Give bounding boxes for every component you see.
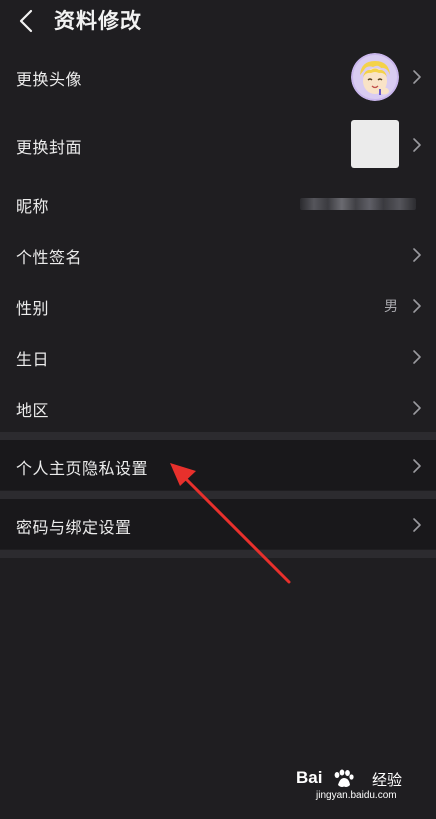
section-divider bbox=[0, 432, 436, 440]
password-binding-label: 密码与绑定设置 bbox=[16, 518, 132, 537]
watermark-brand-left: Bai bbox=[296, 768, 323, 787]
nickname-value-blurred bbox=[300, 198, 416, 210]
region-label: 地区 bbox=[16, 401, 50, 420]
avatar-image bbox=[351, 53, 399, 101]
chevron-right-icon bbox=[413, 248, 421, 262]
baidu-jingyan-watermark: Bai 经验 jingyan.baidu.com bbox=[296, 768, 426, 810]
avatar[interactable] bbox=[351, 53, 399, 101]
chevron-right-icon bbox=[413, 299, 421, 313]
chevron-right-icon bbox=[413, 401, 421, 415]
row-privacy-settings[interactable]: 个人主页隐私设置 bbox=[0, 440, 436, 490]
row-region[interactable]: 地区 bbox=[0, 385, 436, 429]
chevron-right-icon bbox=[413, 350, 421, 364]
row-signature[interactable]: 个性签名 bbox=[0, 232, 436, 276]
watermark-url: jingyan.baidu.com bbox=[316, 790, 397, 801]
chevron-right-icon bbox=[413, 138, 421, 152]
row-change-cover[interactable]: 更换封面 bbox=[0, 113, 436, 175]
row-birthday[interactable]: 生日 bbox=[0, 334, 436, 378]
section-divider bbox=[0, 491, 436, 499]
chevron-right-icon bbox=[413, 459, 421, 473]
chevron-right-icon bbox=[413, 70, 421, 84]
cover-thumbnail[interactable] bbox=[351, 120, 399, 168]
signature-label: 个性签名 bbox=[16, 248, 83, 267]
privacy-settings-label: 个人主页隐私设置 bbox=[16, 459, 149, 478]
birthday-label: 生日 bbox=[16, 350, 50, 369]
section-divider bbox=[0, 550, 436, 558]
change-avatar-label: 更换头像 bbox=[16, 70, 83, 89]
page-title: 资料修改 bbox=[54, 9, 142, 33]
paw-icon bbox=[334, 769, 354, 787]
gender-label: 性别 bbox=[16, 299, 50, 318]
header: 资料修改 bbox=[0, 0, 436, 42]
profile-edit-page: 资料修改 更换头像 更换封面 昵称 个性签名 性别 男 生日 地区 个人主页隐私… bbox=[0, 0, 436, 819]
change-cover-label: 更换封面 bbox=[16, 138, 83, 157]
row-gender[interactable]: 性别 男 bbox=[0, 283, 436, 327]
gender-value: 男 bbox=[384, 299, 398, 315]
chevron-right-icon bbox=[413, 518, 421, 532]
row-change-avatar[interactable]: 更换头像 bbox=[0, 46, 436, 108]
watermark-brand-right: 经验 bbox=[372, 771, 403, 789]
back-chevron-icon[interactable] bbox=[16, 8, 38, 34]
row-password-binding[interactable]: 密码与绑定设置 bbox=[0, 499, 436, 549]
row-nickname[interactable]: 昵称 bbox=[0, 181, 436, 225]
nickname-label: 昵称 bbox=[16, 197, 50, 216]
